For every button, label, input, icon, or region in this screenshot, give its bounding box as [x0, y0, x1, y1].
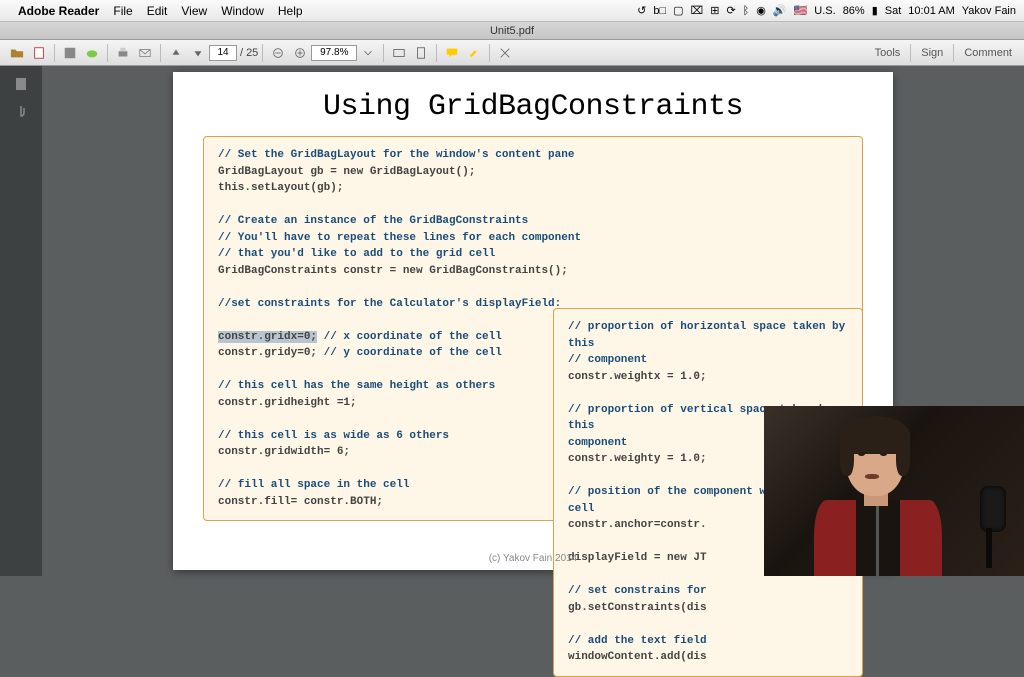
tools-panel-button[interactable]: Tools [875, 47, 901, 59]
menu-file[interactable]: File [113, 4, 132, 18]
cloud-icon[interactable] [82, 43, 102, 63]
code-line: // Set the GridBagLayout for the window'… [218, 147, 848, 164]
zoom-dropdown-icon[interactable] [358, 43, 378, 63]
flag-icon[interactable]: 🇺🇸 [794, 4, 808, 17]
code-line: // that you'd like to add to the grid ce… [218, 246, 848, 263]
bluetooth-icon[interactable]: ᛒ [743, 5, 750, 17]
sign-panel-button[interactable]: Sign [921, 47, 943, 59]
page-total: 25 [246, 47, 258, 59]
user-label[interactable]: Yakov Fain [962, 5, 1016, 17]
code-line: // component [568, 352, 848, 369]
open-icon[interactable] [7, 43, 27, 63]
toolbar: / 25 Tools Sign Comment [0, 40, 1024, 66]
email-icon[interactable] [135, 43, 155, 63]
microphone [968, 456, 1018, 566]
status-tray: ↺ b□ ▢ ⌧ ⊞ ⟳ ᛒ ◉ 🔊 🇺🇸 U.S. 86% ▮ Sat 10:… [637, 4, 1016, 17]
app-name[interactable]: Adobe Reader [18, 4, 99, 18]
attachments-icon[interactable] [13, 104, 29, 120]
wifi-icon[interactable]: ◉ [756, 4, 766, 17]
screen-icon[interactable]: ⌧ [691, 4, 704, 17]
fit-page-icon[interactable] [411, 43, 431, 63]
box-icon[interactable]: b□ [653, 5, 666, 17]
document-tab[interactable]: Unit5.pdf [490, 25, 534, 37]
menu-window[interactable]: Window [221, 4, 264, 18]
video-icon[interactable]: ▢ [673, 4, 683, 17]
sync-icon[interactable]: ↺ [637, 4, 646, 17]
highlight-icon[interactable] [464, 43, 484, 63]
code-line: GridBagLayout gb = new GridBagLayout(); [218, 164, 848, 181]
navigation-pane [0, 66, 42, 576]
code-line: this.setLayout(gb); [218, 180, 848, 197]
slide-heading: Using GridBagConstraints [203, 90, 863, 124]
locale-label[interactable]: U.S. [814, 5, 835, 17]
zoom-input[interactable] [311, 45, 357, 61]
zoom-in-icon[interactable] [290, 43, 310, 63]
grid-icon[interactable]: ⊞ [710, 4, 719, 17]
webcam-overlay [764, 406, 1024, 576]
highlighted-text: constr.gridx=0; [218, 331, 317, 343]
time-label: 10:01 AM [908, 5, 954, 17]
battery-icon: ▮ [872, 4, 878, 17]
code-line: // add the text field [568, 633, 848, 650]
code-line: GridBagConstraints constr = new GridBagC… [218, 263, 848, 280]
battery-label[interactable]: 86% [843, 5, 865, 17]
code-line: // set constrains for [568, 583, 848, 600]
page-down-icon[interactable] [188, 43, 208, 63]
code-line: // Create an instance of the GridBagCons… [218, 213, 848, 230]
print-icon[interactable] [113, 43, 133, 63]
code-line: windowContent.add(dis [568, 649, 848, 666]
code-line: gb.setConstraints(dis [568, 600, 848, 617]
menu-edit[interactable]: Edit [147, 4, 168, 18]
day-label: Sat [885, 5, 902, 17]
code-line: // You'll have to repeat these lines for… [218, 230, 848, 247]
code-line: // proportion of horizontal space taken … [568, 319, 848, 352]
comment-panel-button[interactable]: Comment [964, 47, 1012, 59]
mac-menubar: Adobe Reader File Edit View Window Help … [0, 0, 1024, 22]
page-up-icon[interactable] [166, 43, 186, 63]
menu-help[interactable]: Help [278, 4, 303, 18]
save-icon[interactable] [60, 43, 80, 63]
create-pdf-icon[interactable] [29, 43, 49, 63]
refresh-icon[interactable]: ⟳ [726, 4, 735, 17]
document-tabbar: Unit5.pdf [0, 22, 1024, 40]
code-line: constr.weightx = 1.0; [568, 369, 848, 386]
presenter-figure [804, 416, 954, 576]
page-number-input[interactable] [209, 45, 237, 61]
fit-width-icon[interactable] [389, 43, 409, 63]
read-mode-icon[interactable] [495, 43, 515, 63]
zoom-out-icon[interactable] [268, 43, 288, 63]
comment-bubble-icon[interactable] [442, 43, 462, 63]
menu-view[interactable]: View [181, 4, 207, 18]
volume-icon[interactable]: 🔊 [773, 4, 787, 17]
thumbnails-icon[interactable] [13, 76, 29, 92]
page-separator: / [240, 47, 243, 59]
